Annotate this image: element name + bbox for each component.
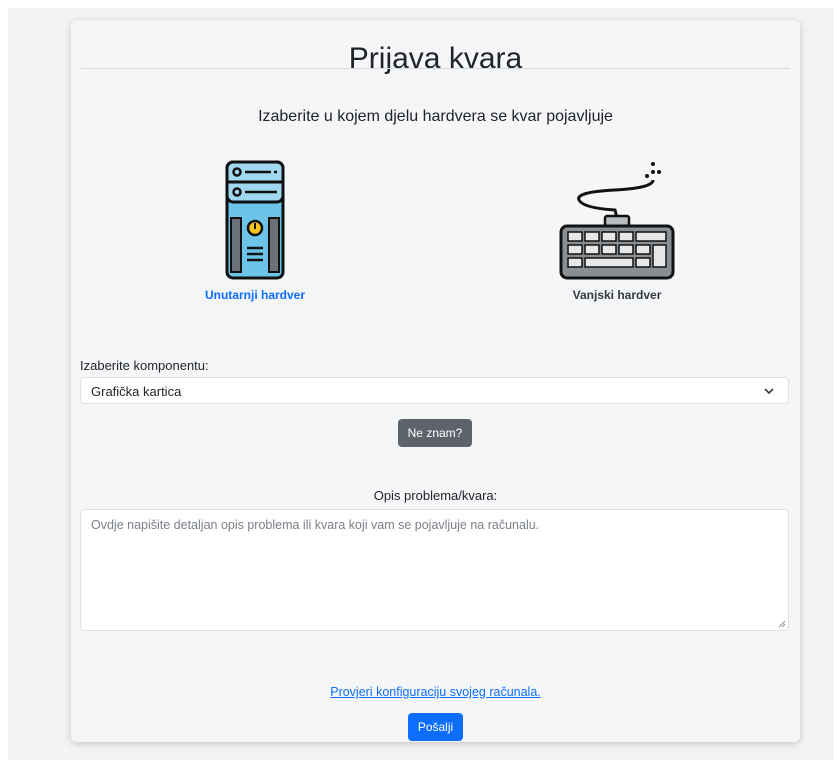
external-hardware-label: Vanjski hardver [572,288,662,302]
component-select[interactable]: Grafička kartica [80,377,789,404]
internal-hardware-label: Unutarnji hardver [204,288,306,302]
page-title: Prijava kvara [348,42,523,75]
component-label: Izaberite komponentu: [80,358,209,373]
submit-button[interactable]: Pošalji [408,713,463,741]
description-placeholder: Ovdje napišite detaljan opis problema il… [91,518,540,532]
check-config-link[interactable]: Provjeri konfiguraciju svojeg računala. [330,685,541,699]
external-hardware-option[interactable]: Vanjski hardver [517,160,717,302]
pc-tower-icon [225,160,285,280]
fault-report-card: Prijava kvara Izaberite u kojem djelu ha… [71,20,800,742]
chevron-down-icon [764,388,774,395]
config-link-wrapper: Provjeri konfiguraciju svojeg računala. [71,685,800,699]
internal-hardware-option[interactable]: Unutarnji hardver [155,160,355,302]
description-textarea[interactable]: Ovdje napišite detaljan opis problema il… [80,509,789,631]
dont-know-button[interactable]: Ne znam? [398,419,472,447]
keyboard-icon [559,162,675,280]
description-label: Opis problema/kvara: [373,488,498,503]
hardware-prompt: Izaberite u kojem djelu hardvera se kvar… [258,108,613,125]
component-select-value: Grafička kartica [91,384,182,399]
resize-handle-icon[interactable] [778,620,786,628]
title-divider [81,68,790,69]
